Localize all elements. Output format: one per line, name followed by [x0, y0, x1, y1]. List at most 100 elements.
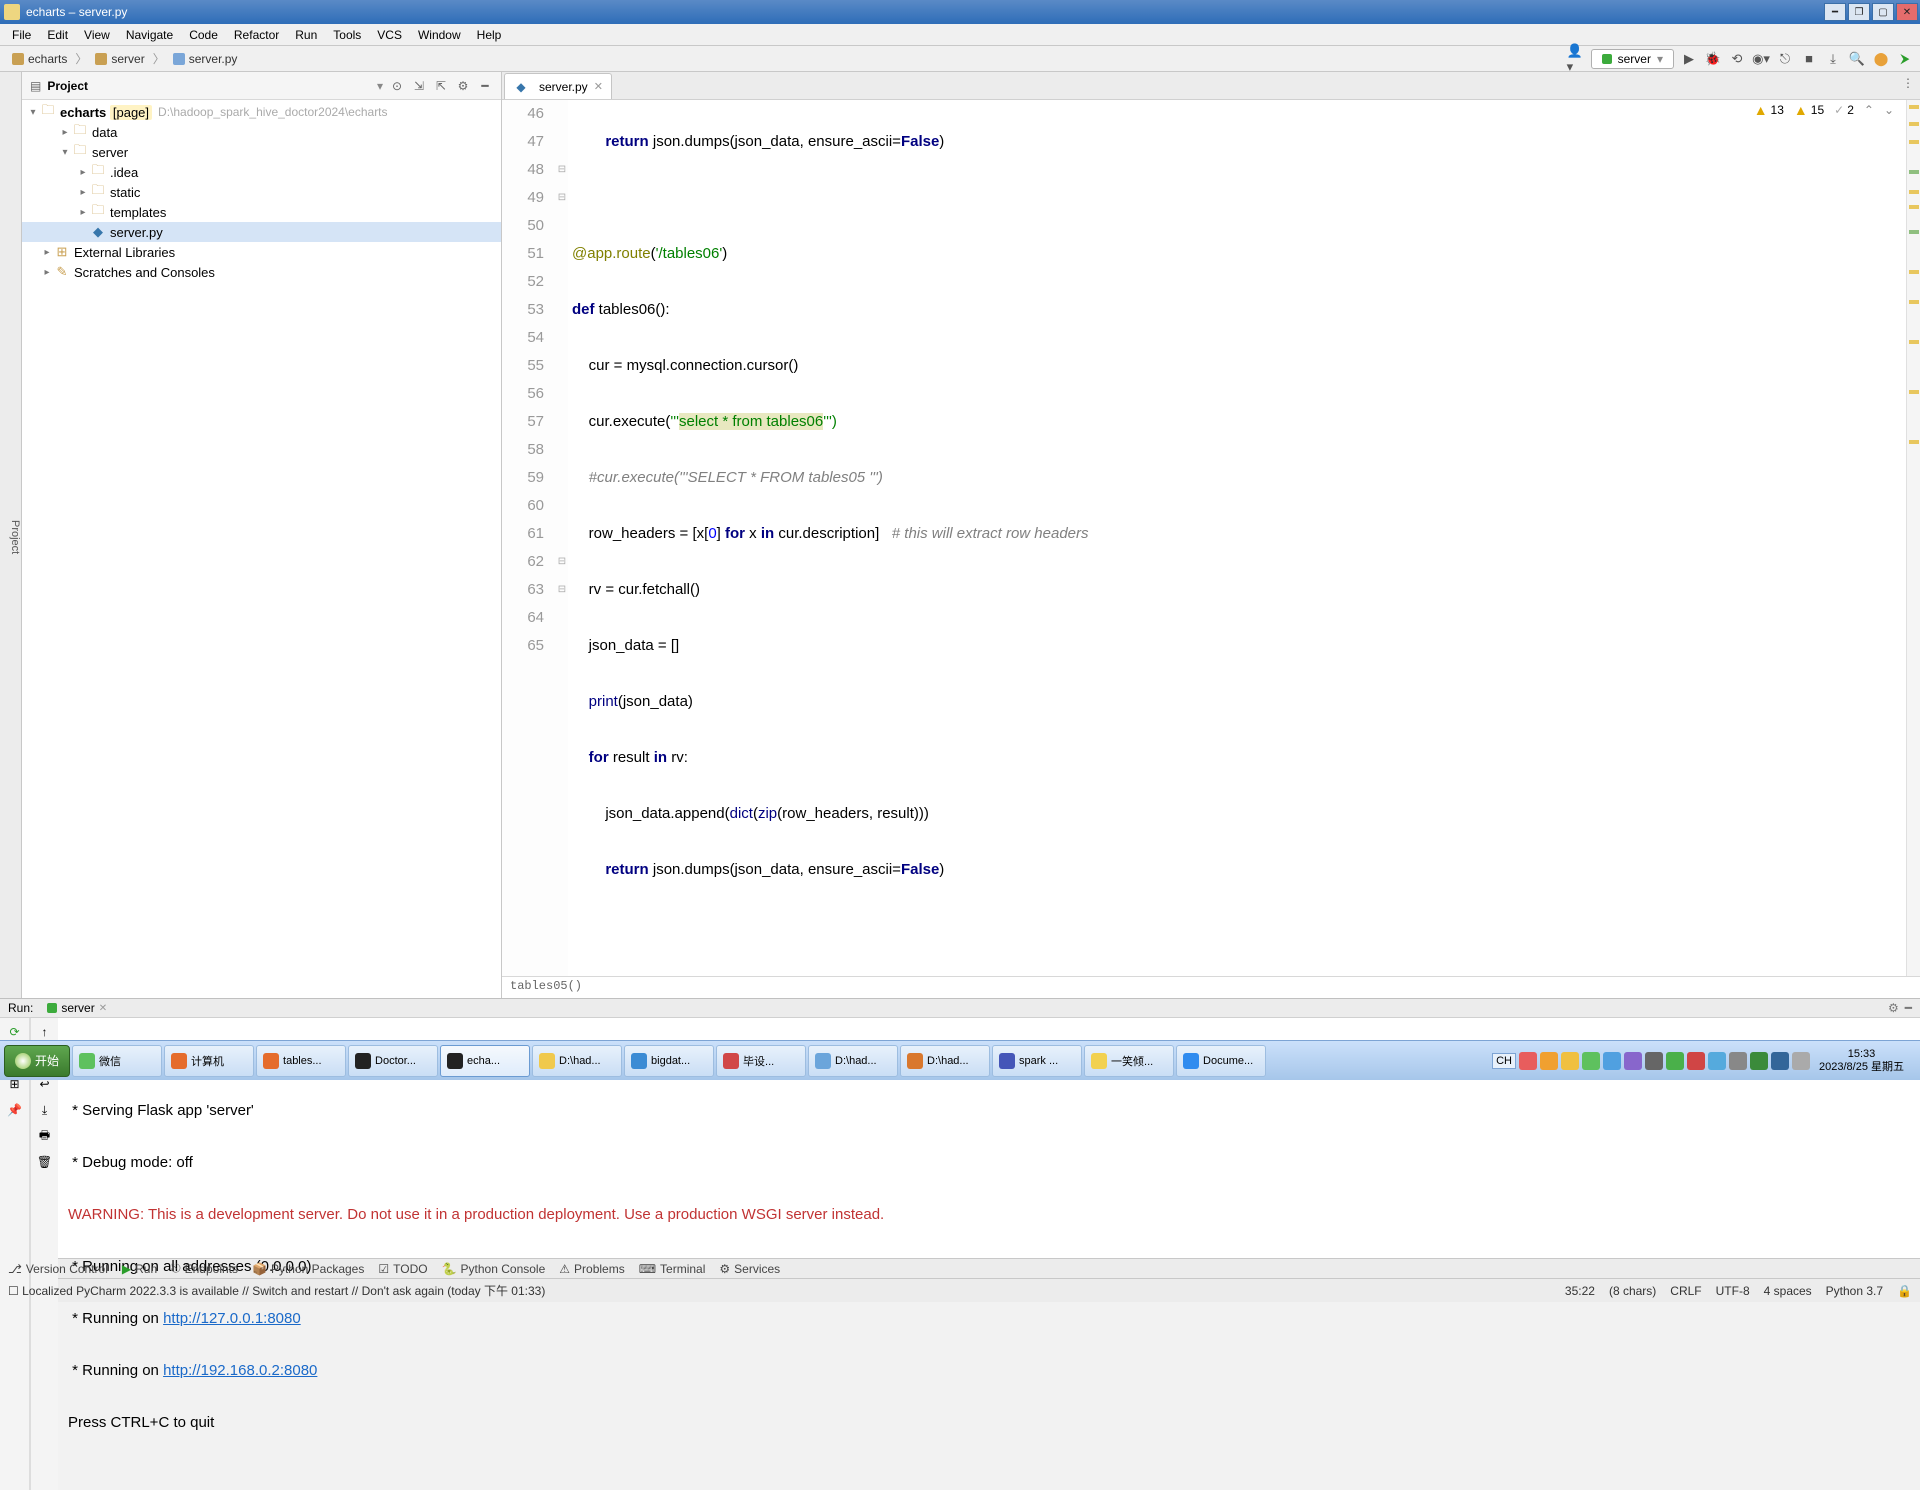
tree-item-static[interactable]: ▸🗀static [22, 182, 501, 202]
run-button[interactable]: ▶ [1680, 50, 1698, 68]
code-editor[interactable]: 4647484950515253545556575859606162636465… [502, 100, 1920, 976]
menu-vcs[interactable]: VCS [369, 25, 410, 45]
add-user-icon[interactable]: 👤▾ [1567, 50, 1585, 68]
tool-version-control[interactable]: ⎇Version Control [8, 1262, 108, 1276]
menu-view[interactable]: View [76, 25, 118, 45]
tray-icon[interactable] [1561, 1052, 1579, 1070]
start-button[interactable]: 开始 [4, 1045, 70, 1077]
tree-root[interactable]: ▾ 🗀 echarts [page] D:\hadoop_spark_hive_… [22, 102, 501, 122]
menu-file[interactable]: File [4, 25, 39, 45]
tool-run[interactable]: ▶Run [122, 1262, 157, 1276]
tool-problems[interactable]: ⚠Problems [559, 1262, 624, 1276]
taskbar-clock[interactable]: 15:33 2023/8/25 星期五 [1813, 1048, 1910, 1074]
debug-button[interactable]: 🐞 [1704, 50, 1722, 68]
tray-icon[interactable] [1708, 1052, 1726, 1070]
coverage-button[interactable]: ⟲ [1728, 50, 1746, 68]
tree-item-data[interactable]: ▸🗀data [22, 122, 501, 142]
taskbar-item[interactable]: 计算机 [164, 1045, 254, 1077]
close-button[interactable]: ✕ [1896, 3, 1918, 21]
taskbar-item[interactable]: D:\had... [532, 1045, 622, 1077]
tray-icon[interactable] [1624, 1052, 1642, 1070]
tray-icon[interactable] [1750, 1052, 1768, 1070]
menu-help[interactable]: Help [469, 25, 510, 45]
taskbar-item[interactable]: bigdat... [624, 1045, 714, 1077]
crumb-root[interactable]: echarts [6, 50, 73, 68]
tray-icon[interactable] [1666, 1052, 1684, 1070]
settings-gear-icon[interactable]: ⚙ [455, 78, 471, 94]
tray-icon[interactable] [1582, 1052, 1600, 1070]
readonly-lock-icon[interactable]: 🔒 [1897, 1284, 1912, 1298]
interpreter[interactable]: Python 3.7 [1826, 1284, 1883, 1298]
menu-navigate[interactable]: Navigate [118, 25, 181, 45]
taskbar-item[interactable]: tables... [256, 1045, 346, 1077]
tool-todo[interactable]: ☑TODO [378, 1262, 427, 1276]
menu-refactor[interactable]: Refactor [226, 25, 287, 45]
hide-panel-icon[interactable]: ━ [477, 78, 493, 94]
menu-window[interactable]: Window [410, 25, 469, 45]
scroll-end-button[interactable]: ⤓ [35, 1100, 55, 1120]
tray-icon[interactable] [1603, 1052, 1621, 1070]
taskbar-item[interactable]: spark ... [992, 1045, 1082, 1077]
tray-icon[interactable] [1645, 1052, 1663, 1070]
select-opened-file-icon[interactable]: ⊙ [389, 78, 405, 94]
status-message[interactable]: ☐ Localized PyCharm 2022.3.3 is availabl… [8, 1282, 545, 1299]
stop-button[interactable]: ■ [1800, 50, 1818, 68]
run-configuration-select[interactable]: server ▾ [1591, 49, 1674, 69]
tray-icon[interactable] [1729, 1052, 1747, 1070]
run-tab-server[interactable]: server ✕ [41, 999, 113, 1017]
tree-item-Scratches-and-Consoles[interactable]: ▸✎Scratches and Consoles [22, 262, 501, 282]
editor-tab-serverpy[interactable]: ◆ server.py ✕ [504, 73, 612, 99]
crumb-file[interactable]: server.py [167, 50, 244, 68]
menu-edit[interactable]: Edit [39, 25, 76, 45]
collapse-all-icon[interactable]: ⇱ [433, 78, 449, 94]
tree-item--idea[interactable]: ▸🗀.idea [22, 162, 501, 182]
console-output[interactable]: I:\Anaconda3\python.exe D:\hadoop_spark_… [58, 1018, 1920, 1490]
search-everywhere-icon[interactable]: 🔍 [1848, 50, 1866, 68]
menu-code[interactable]: Code [181, 25, 226, 45]
indent-setting[interactable]: 4 spaces [1764, 1284, 1812, 1298]
taskbar-item[interactable]: D:\had... [900, 1045, 990, 1077]
code-content[interactable]: return json.dumps(json_data, ensure_asci… [568, 100, 1906, 976]
tree-item-External-Libraries[interactable]: ▸⊞External Libraries [22, 242, 501, 262]
profile-button[interactable]: ◉▾ [1752, 50, 1770, 68]
tool-endpoints[interactable]: ⎋Endpoints [171, 1261, 238, 1276]
taskbar-item[interactable]: echa... [440, 1045, 530, 1077]
file-encoding[interactable]: UTF-8 [1716, 1284, 1750, 1298]
tray-icon[interactable] [1519, 1052, 1537, 1070]
tray-icon[interactable] [1771, 1052, 1789, 1070]
run-panel-hide-icon[interactable]: ━ [1905, 1001, 1912, 1015]
ide-update-icon[interactable]: ⮞ [1896, 50, 1914, 68]
tool-python-console[interactable]: 🐍Python Console [442, 1262, 546, 1276]
tree-item-server[interactable]: ▾🗀server [22, 142, 501, 162]
line-separator[interactable]: CRLF [1670, 1284, 1701, 1298]
taskbar-item[interactable]: Docume... [1176, 1045, 1266, 1077]
attach-button[interactable]: ⎋ [1776, 50, 1794, 68]
editor-breadcrumb[interactable]: tables05() [502, 976, 1920, 998]
tray-icon[interactable] [1540, 1052, 1558, 1070]
taskbar-item[interactable]: Doctor... [348, 1045, 438, 1077]
taskbar-item[interactable]: 微信 [72, 1045, 162, 1077]
tool-services[interactable]: ⚙Services [719, 1262, 780, 1276]
ide-errors-icon[interactable]: ⬤ [1872, 50, 1890, 68]
inspections-widget[interactable]: ▲13 ▲15 ✓2 ⌃⌄ [1754, 102, 1894, 118]
maximize-button[interactable]: ▢ [1872, 3, 1894, 21]
tabs-overflow-icon[interactable]: ⋮ [1902, 76, 1914, 90]
tool-python-packages[interactable]: 📦Python Packages [252, 1262, 364, 1276]
tree-item-templates[interactable]: ▸🗀templates [22, 202, 501, 222]
taskbar-item[interactable]: D:\had... [808, 1045, 898, 1077]
rerun-button[interactable]: ⟳ [5, 1022, 25, 1042]
restore-button[interactable]: ❐ [1848, 3, 1870, 21]
tray-icon[interactable] [1792, 1052, 1810, 1070]
print-button[interactable]: 🖶 [35, 1126, 55, 1146]
tree-item-server-py[interactable]: ◆server.py [22, 222, 501, 242]
language-indicator[interactable]: CH [1492, 1053, 1516, 1069]
run-panel-settings-icon[interactable]: ⚙ [1888, 1001, 1899, 1015]
project-stripe-button[interactable]: Project [9, 520, 21, 554]
crumb-folder[interactable]: server [89, 50, 150, 68]
tool-terminal[interactable]: ⌨Terminal [639, 1262, 706, 1276]
taskbar-item[interactable]: 毕设... [716, 1045, 806, 1077]
console-url-2[interactable]: http://192.168.0.2:8080 [163, 1362, 317, 1379]
pin-button[interactable]: 📌 [5, 1100, 25, 1120]
minimize-button[interactable]: ━ [1824, 3, 1846, 21]
taskbar-item[interactable]: 一笑倾... [1084, 1045, 1174, 1077]
